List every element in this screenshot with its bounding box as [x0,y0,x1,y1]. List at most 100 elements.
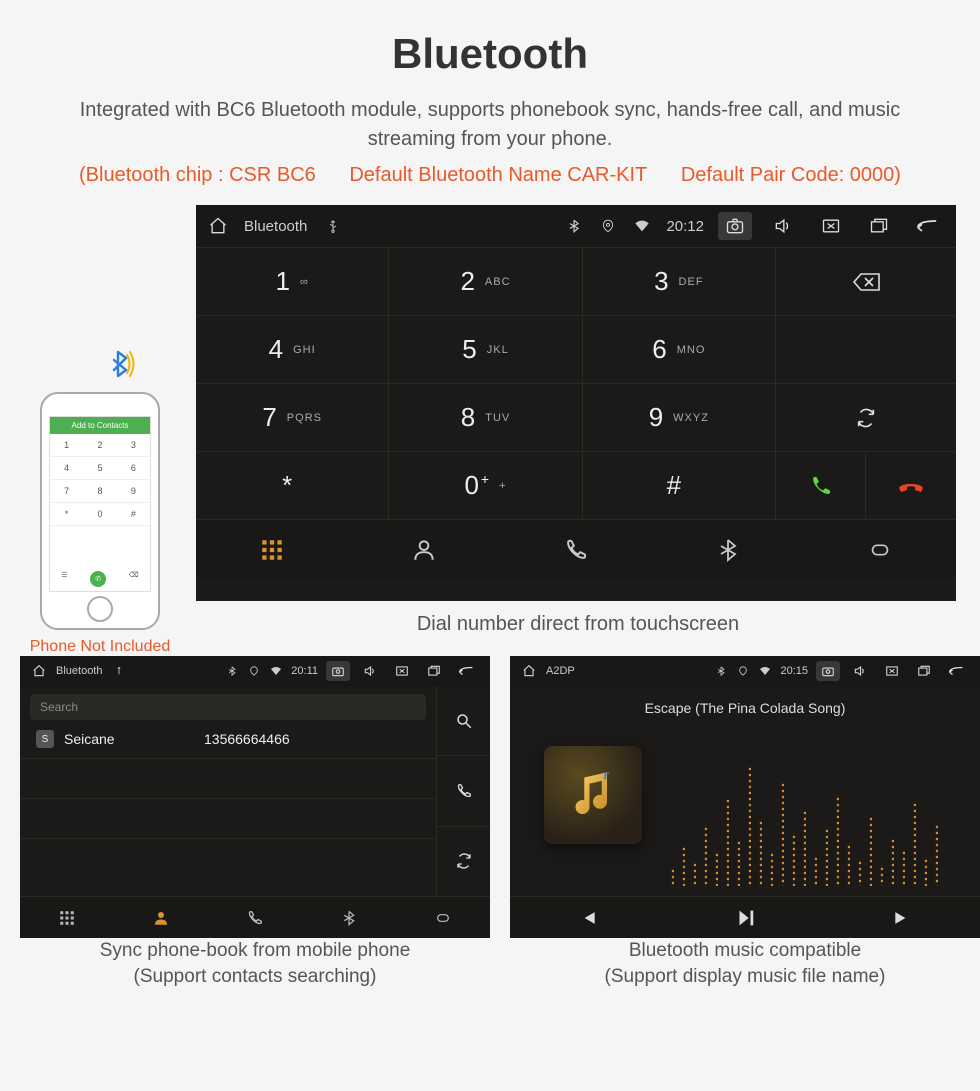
track-name: Escape (The Pina Colada Song) [510,686,980,716]
search-input[interactable]: Search [30,694,426,720]
music-time: 20:15 [780,665,808,677]
dial-key-2[interactable]: 2ABC [389,247,582,315]
dial-key-9[interactable]: 9WXYZ [583,383,776,451]
spec-pair: Default Pair Code: 0000) [681,164,901,186]
location-icon [247,664,261,678]
dial-panel: Bluetooth 20:12 [196,205,956,601]
dial-caption: Dial number direct from touchscreen [196,601,960,656]
nav-call-history[interactable] [208,897,302,938]
wifi-icon [269,664,283,678]
volume-button[interactable] [766,212,800,240]
pb-status-bar: Bluetooth 20:11 [20,656,490,686]
dial-key-4[interactable]: 4GHI [196,315,389,383]
hangup-button[interactable] [866,452,956,519]
status-time: 20:12 [666,218,704,235]
music-panel: A2DP 20:15 Escape (The Pina Colada Song) [510,656,980,938]
usb-icon [323,216,343,236]
recent-apps-button[interactable] [862,212,896,240]
wifi-icon [632,216,652,236]
location-icon [736,664,750,678]
contact-row-empty [20,799,436,839]
dial-key-5[interactable]: 5JKL [389,315,582,383]
bluetooth-status-icon [225,664,239,678]
volume-button[interactable] [848,661,872,681]
pb-app-name: Bluetooth [56,665,102,677]
contact-number: 13566664466 [204,731,290,747]
contact-name: Seicane [64,731,204,747]
back-button[interactable] [944,661,968,681]
back-button[interactable] [910,212,944,240]
phonebook-panel: Bluetooth 20:11 Search [20,656,490,938]
music-note-icon [565,767,621,823]
album-art [544,746,642,844]
equalizer-visual [670,756,956,886]
pb-caption: Sync phone-book from mobile phone (Suppo… [20,938,490,989]
pb-time: 20:11 [291,665,318,677]
home-icon[interactable] [522,664,536,678]
page-description: Integrated with BC6 Bluetooth module, su… [0,96,980,164]
spec-line: (Bluetooth chip : CSR BC6 Default Blueto… [0,164,980,205]
close-button[interactable] [880,661,904,681]
dial-key-6[interactable]: 6MNO [583,315,776,383]
screenshot-button[interactable] [718,212,752,240]
play-pause-button[interactable] [667,897,824,938]
side-call-button[interactable] [437,756,490,826]
nav-call-history[interactable] [500,520,652,579]
nav-pair[interactable] [804,520,956,579]
music-caption: Bluetooth music compatible (Support disp… [510,938,980,989]
music-app-name: A2DP [546,665,575,677]
nav-bluetooth[interactable] [652,520,804,579]
dial-key-7[interactable]: 7PQRS [196,383,389,451]
phone-mock-caption: Phone Not Included [20,638,180,656]
dial-key-*[interactable]: * [196,451,389,519]
bluetooth-status-icon [564,216,584,236]
wifi-icon [758,664,772,678]
location-icon [598,216,618,236]
backspace-button[interactable] [776,247,956,315]
prev-track-button[interactable] [510,897,667,938]
dial-key-8[interactable]: 8TUV [389,383,582,451]
screenshot-button[interactable] [816,661,840,681]
nav-pair[interactable] [396,897,490,938]
side-search-button[interactable] [437,686,490,756]
nav-contacts[interactable] [348,520,500,579]
next-track-button[interactable] [823,897,980,938]
side-empty [776,315,956,383]
close-button[interactable] [390,661,414,681]
contact-row[interactable]: S Seicane 13566664466 [20,720,436,759]
nav-contacts[interactable] [114,897,208,938]
dial-key-1[interactable]: 1∞ [196,247,389,315]
dial-key-3[interactable]: 3DEF [583,247,776,315]
dial-key-0[interactable]: 0++ [389,451,582,519]
sync-contacts-button[interactable] [776,383,956,451]
usb-icon [112,664,126,678]
recent-apps-button[interactable] [912,661,936,681]
nav-bluetooth[interactable] [302,897,396,938]
nav-dialpad[interactable] [20,897,114,938]
contact-row-empty [20,759,436,799]
dial-bottom-nav [196,519,956,579]
contact-row-empty [20,839,436,879]
phone-mockup: Add to Contacts 123 456 789 *0# ☰✆⌫ Phon… [20,360,180,656]
call-button[interactable] [776,452,867,519]
spec-chip: (Bluetooth chip : CSR BC6 [79,164,316,186]
dial-key-#[interactable]: # [583,451,776,519]
spec-name: Default Bluetooth Name CAR-KIT [349,164,647,186]
bluetooth-status-icon [714,664,728,678]
side-sync-button[interactable] [437,827,490,896]
home-icon[interactable] [208,216,228,236]
phone-mock-header: Add to Contacts [50,417,150,434]
contact-badge: S [36,730,54,748]
home-icon[interactable] [32,664,46,678]
close-button[interactable] [814,212,848,240]
bluetooth-signal-icon [104,348,136,380]
nav-dialpad[interactable] [196,520,348,579]
status-bar: Bluetooth 20:12 [196,205,956,247]
music-status-bar: A2DP 20:15 [510,656,980,686]
back-button[interactable] [454,661,478,681]
screenshot-button[interactable] [326,661,350,681]
page-title: Bluetooth [0,0,980,96]
recent-apps-button[interactable] [422,661,446,681]
app-name: Bluetooth [244,218,307,235]
volume-button[interactable] [358,661,382,681]
